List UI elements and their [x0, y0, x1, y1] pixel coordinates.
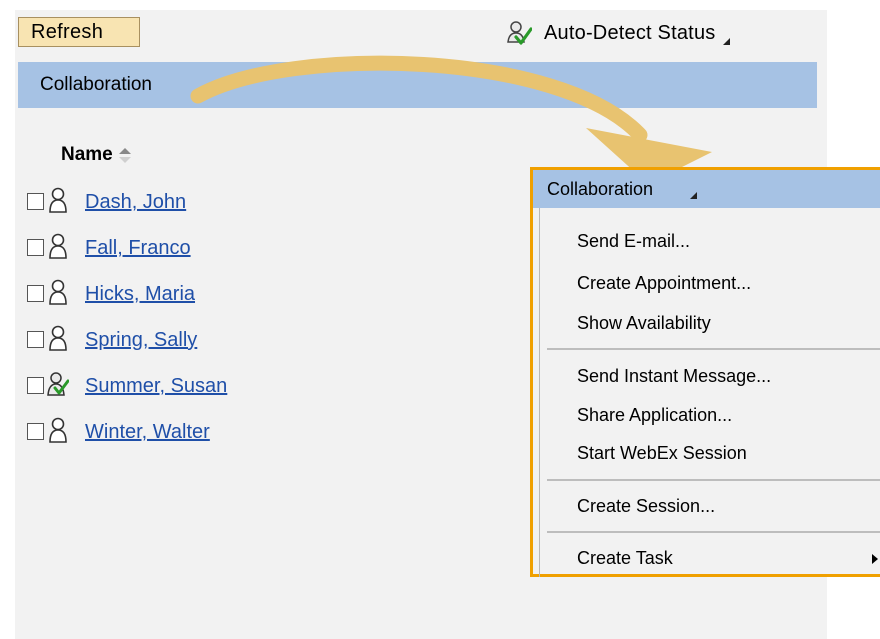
submenu-arrow-icon — [872, 554, 878, 564]
name-column-label: Name — [61, 144, 113, 165]
list-item: Fall, Franco — [27, 233, 227, 279]
row-checkbox[interactable] — [27, 331, 44, 348]
row-checkbox[interactable] — [27, 193, 44, 210]
person-online-icon — [47, 372, 69, 396]
collaboration-bar-label[interactable]: Collaboration — [40, 74, 152, 96]
person-name-link[interactable]: Spring, Sally — [85, 325, 197, 355]
menu-item-create-task[interactable]: Create Task — [577, 548, 673, 569]
person-name-link[interactable]: Hicks, Maria — [85, 279, 195, 309]
refresh-button[interactable]: Refresh — [18, 17, 140, 47]
row-checkbox[interactable] — [27, 423, 44, 440]
collaboration-bar: Collaboration — [18, 62, 817, 108]
list-item: Dash, John — [27, 187, 227, 233]
person-list: Dash, John Fall, Franco Hicks, Maria Spr… — [27, 187, 227, 463]
menu-divider — [547, 348, 880, 350]
menu-item-share-application[interactable]: Share Application... — [577, 405, 732, 426]
person-name-link[interactable]: Dash, John — [85, 187, 186, 217]
menu-divider — [547, 479, 880, 481]
person-name-link[interactable]: Fall, Franco — [85, 233, 191, 263]
person-name-link[interactable]: Winter, Walter — [85, 417, 210, 447]
list-item: Spring, Sally — [27, 325, 227, 371]
collaboration-dropdown-icon[interactable] — [203, 88, 210, 95]
menu-header: Collaboration — [533, 170, 880, 208]
auto-detect-status-menu[interactable]: Auto-Detect Status — [506, 17, 731, 49]
row-checkbox[interactable] — [27, 377, 44, 394]
row-checkbox[interactable] — [27, 285, 44, 302]
name-column-header[interactable]: Name — [61, 144, 131, 166]
menu-rail — [539, 208, 540, 577]
menu-item-show-availability[interactable]: Show Availability — [577, 313, 711, 334]
menu-item-send-email[interactable]: Send E-mail... — [577, 231, 690, 252]
menu-divider — [547, 531, 880, 533]
menu-item-start-webex-session[interactable]: Start WebEx Session — [577, 443, 747, 464]
collaboration-context-menu: Collaboration Send E-mail... Create Appo… — [530, 167, 880, 577]
status-person-icon — [507, 21, 532, 45]
dropdown-triangle-icon — [723, 37, 731, 45]
person-outline-icon — [49, 417, 67, 443]
menu-dropdown-icon[interactable] — [690, 192, 697, 199]
row-checkbox[interactable] — [27, 239, 44, 256]
person-outline-icon — [49, 233, 67, 259]
person-outline-icon — [49, 279, 67, 305]
sort-icon[interactable] — [118, 147, 131, 163]
menu-item-send-instant-message[interactable]: Send Instant Message... — [577, 366, 771, 387]
person-outline-icon — [49, 325, 67, 351]
person-outline-icon — [49, 187, 67, 213]
list-item: Hicks, Maria — [27, 279, 227, 325]
menu-item-create-appointment[interactable]: Create Appointment... — [577, 273, 751, 294]
person-name-link[interactable]: Summer, Susan — [85, 371, 227, 401]
menu-item-create-session[interactable]: Create Session... — [577, 496, 715, 517]
list-item: Summer, Susan — [27, 371, 227, 417]
menu-title[interactable]: Collaboration — [547, 179, 653, 200]
auto-detect-status-label: Auto-Detect Status — [544, 21, 716, 44]
list-item: Winter, Walter — [27, 417, 227, 463]
